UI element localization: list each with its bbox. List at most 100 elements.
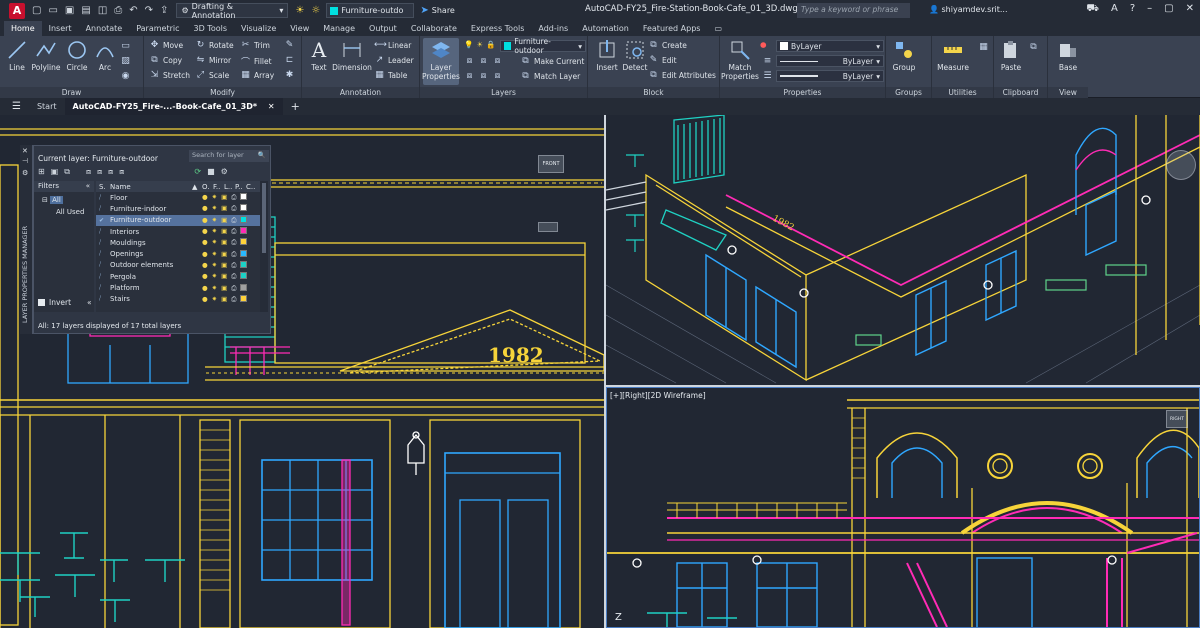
- plot-icon[interactable]: ⎙: [231, 238, 236, 247]
- lock-icon[interactable]: 🔒: [486, 40, 495, 49]
- layer-row[interactable]: ⧸ Platform ● ✷ ▣ ⎙: [96, 282, 260, 293]
- stretch-button[interactable]: ⇲ Stretch: [149, 70, 190, 80]
- view-panel-title[interactable]: View: [1048, 87, 1088, 98]
- layer-settings-icon[interactable]: ■: [207, 167, 215, 177]
- edit-block-button[interactable]: ✎ Edit: [648, 55, 677, 65]
- collapse-icon[interactable]: «: [87, 298, 92, 307]
- trim-button[interactable]: ✂ Trim: [240, 40, 270, 50]
- layer-unlock-icon[interactable]: ⧈: [464, 71, 475, 81]
- web-open-icon[interactable]: ◫: [98, 5, 107, 16]
- detect-button[interactable]: Detect: [618, 38, 652, 72]
- new-file-icon[interactable]: ▢: [32, 5, 41, 16]
- close-icon[interactable]: ✕: [22, 147, 28, 155]
- tab-automation[interactable]: Automation: [575, 21, 636, 36]
- plot-icon[interactable]: ⎙: [231, 193, 236, 202]
- plot-icon[interactable]: ⎙: [114, 5, 122, 16]
- sun-icon[interactable]: ☼: [311, 5, 320, 16]
- lightbulb-icon[interactable]: ☀: [295, 5, 304, 16]
- viewport-divider-vertical[interactable]: [604, 115, 606, 628]
- refresh-icon[interactable]: ⟳: [194, 167, 201, 177]
- plot-icon[interactable]: ⎙: [231, 272, 236, 281]
- make-current-button[interactable]: ⧉ Make Current: [520, 56, 584, 66]
- layer-row[interactable]: ⧸ Interiors ● ✷ ▣ ⎙: [96, 226, 260, 237]
- layer-iso-icon[interactable]: ⧈: [464, 56, 475, 66]
- tab-visualize[interactable]: Visualize: [234, 21, 283, 36]
- measure-button[interactable]: Measure: [936, 38, 970, 72]
- layer-color-swatch[interactable]: [240, 283, 248, 291]
- linear-button[interactable]: ⟷ Linear: [374, 40, 411, 50]
- layers-panel-title[interactable]: Layers: [420, 87, 587, 98]
- sun-icon[interactable]: ✷: [212, 250, 217, 259]
- arc-button[interactable]: Arc: [88, 38, 122, 72]
- sun-icon[interactable]: ✷: [212, 295, 217, 304]
- viewcube-front[interactable]: FRONT: [538, 155, 564, 173]
- viewport-label[interactable]: [+][Right][2D Wireframe]: [610, 391, 706, 400]
- base-view-button[interactable]: Base: [1051, 38, 1085, 72]
- lock-icon[interactable]: ▣: [221, 227, 227, 236]
- annotation-panel-title[interactable]: Annotation: [302, 87, 419, 98]
- sun-icon[interactable]: ✷: [212, 216, 217, 225]
- lock-icon[interactable]: ▣: [221, 284, 227, 293]
- viewcube-3d[interactable]: [1166, 150, 1196, 180]
- app-menu-button[interactable]: A: [9, 2, 25, 19]
- drawing-file-tab[interactable]: AutoCAD-FY25_Fire-...-Book-Cafe_01_3D* ✕: [64, 98, 283, 115]
- leader-button[interactable]: ↗ Leader: [374, 55, 414, 65]
- new-property-filter-icon[interactable]: ⊞: [38, 167, 45, 177]
- plot-icon[interactable]: ⎙: [231, 204, 236, 213]
- mirror-button[interactable]: ⇋ Mirror: [195, 55, 231, 65]
- tab-express-tools[interactable]: Express Tools: [464, 21, 532, 36]
- utilities-panel-title[interactable]: Utilities: [932, 87, 993, 98]
- collapse-icon[interactable]: «: [86, 182, 90, 191]
- minimize-icon[interactable]: –: [1147, 3, 1152, 16]
- maximize-icon[interactable]: ▢: [1164, 3, 1173, 16]
- plot-icon[interactable]: ⎙: [231, 295, 236, 304]
- viewport-right-elevation[interactable]: Z [+][Right][2D Wireframe] RIGHT: [606, 387, 1200, 628]
- open-file-icon[interactable]: ▭: [48, 5, 57, 16]
- sun-icon[interactable]: ✷: [212, 204, 217, 213]
- new-layer-vp-frozen-icon[interactable]: ⧈: [97, 167, 102, 177]
- array-button[interactable]: ▦ Array: [240, 70, 274, 80]
- lock-icon[interactable]: ▣: [221, 250, 227, 259]
- linetype-combo[interactable]: ByLayer ▾: [776, 55, 884, 67]
- help-icon[interactable]: ?: [1130, 3, 1135, 16]
- sun-icon[interactable]: ✷: [212, 284, 217, 293]
- lock-column-header[interactable]: L..: [224, 183, 232, 191]
- layer-color-swatch[interactable]: [240, 249, 248, 257]
- autodesk-a-icon[interactable]: A: [1111, 3, 1118, 16]
- layer-row[interactable]: ⧸ Floor ● ✷ ▣ ⎙: [96, 192, 260, 203]
- copy-button[interactable]: ⧉ Copy: [149, 55, 182, 65]
- bulb-icon[interactable]: ●: [202, 295, 208, 304]
- tab-parametric[interactable]: Parametric: [129, 21, 186, 36]
- plot-icon[interactable]: ⎙: [231, 216, 236, 225]
- layer-row[interactable]: ⧸ Openings ● ✷ ▣ ⎙: [96, 248, 260, 259]
- save-as-icon[interactable]: ▤: [81, 5, 90, 16]
- help-search-input[interactable]: Type a keyword or phrase: [797, 3, 910, 18]
- bulb-icon[interactable]: ●: [202, 238, 208, 247]
- tab-featured-apps[interactable]: Featured Apps: [636, 21, 708, 36]
- user-account[interactable]: 👤 shiyamdev.srit...: [929, 5, 1008, 14]
- block-panel-title[interactable]: Block: [588, 87, 719, 98]
- layer-color-swatch[interactable]: [240, 272, 248, 280]
- sun-icon[interactable]: ✷: [212, 193, 217, 202]
- viewport-3d[interactable]: 1982: [606, 115, 1200, 385]
- sun-icon[interactable]: ✷: [212, 227, 217, 236]
- erase-tool[interactable]: ✎: [284, 40, 295, 50]
- tab-add-ins[interactable]: Add-ins: [531, 21, 575, 36]
- layer-row[interactable]: ⧸ Mouldings ● ✷ ▣ ⎙: [96, 237, 260, 248]
- layer-list-scrollbar[interactable]: [260, 181, 268, 312]
- color-wheel-icon[interactable]: ●: [760, 40, 767, 49]
- viewcube-right[interactable]: RIGHT: [1166, 410, 1188, 428]
- pin-icon[interactable]: ⊣: [22, 157, 28, 165]
- layer-manager-sidebar[interactable]: ✕ ⊣ ⚙ LAYER PROPERTIES MANAGER: [20, 145, 33, 334]
- scale-button[interactable]: ⤢ Scale: [195, 70, 229, 80]
- groups-panel-title[interactable]: Groups: [886, 87, 931, 98]
- layer-color-swatch[interactable]: [240, 215, 248, 223]
- region-tool[interactable]: ◉: [120, 71, 131, 81]
- bulb-icon[interactable]: 💡: [464, 40, 473, 49]
- layer-color-swatch[interactable]: [240, 227, 248, 235]
- close-icon[interactable]: ✕: [1186, 3, 1194, 16]
- layer-row[interactable]: ✔ Furniture-outdoor ● ✷ ▣ ⎙: [96, 214, 260, 226]
- start-tab[interactable]: Start: [29, 98, 65, 115]
- move-button[interactable]: ✥ Move: [149, 40, 183, 50]
- layer-row[interactable]: ⧸ Outdoor elements ● ✷ ▣ ⎙: [96, 260, 260, 271]
